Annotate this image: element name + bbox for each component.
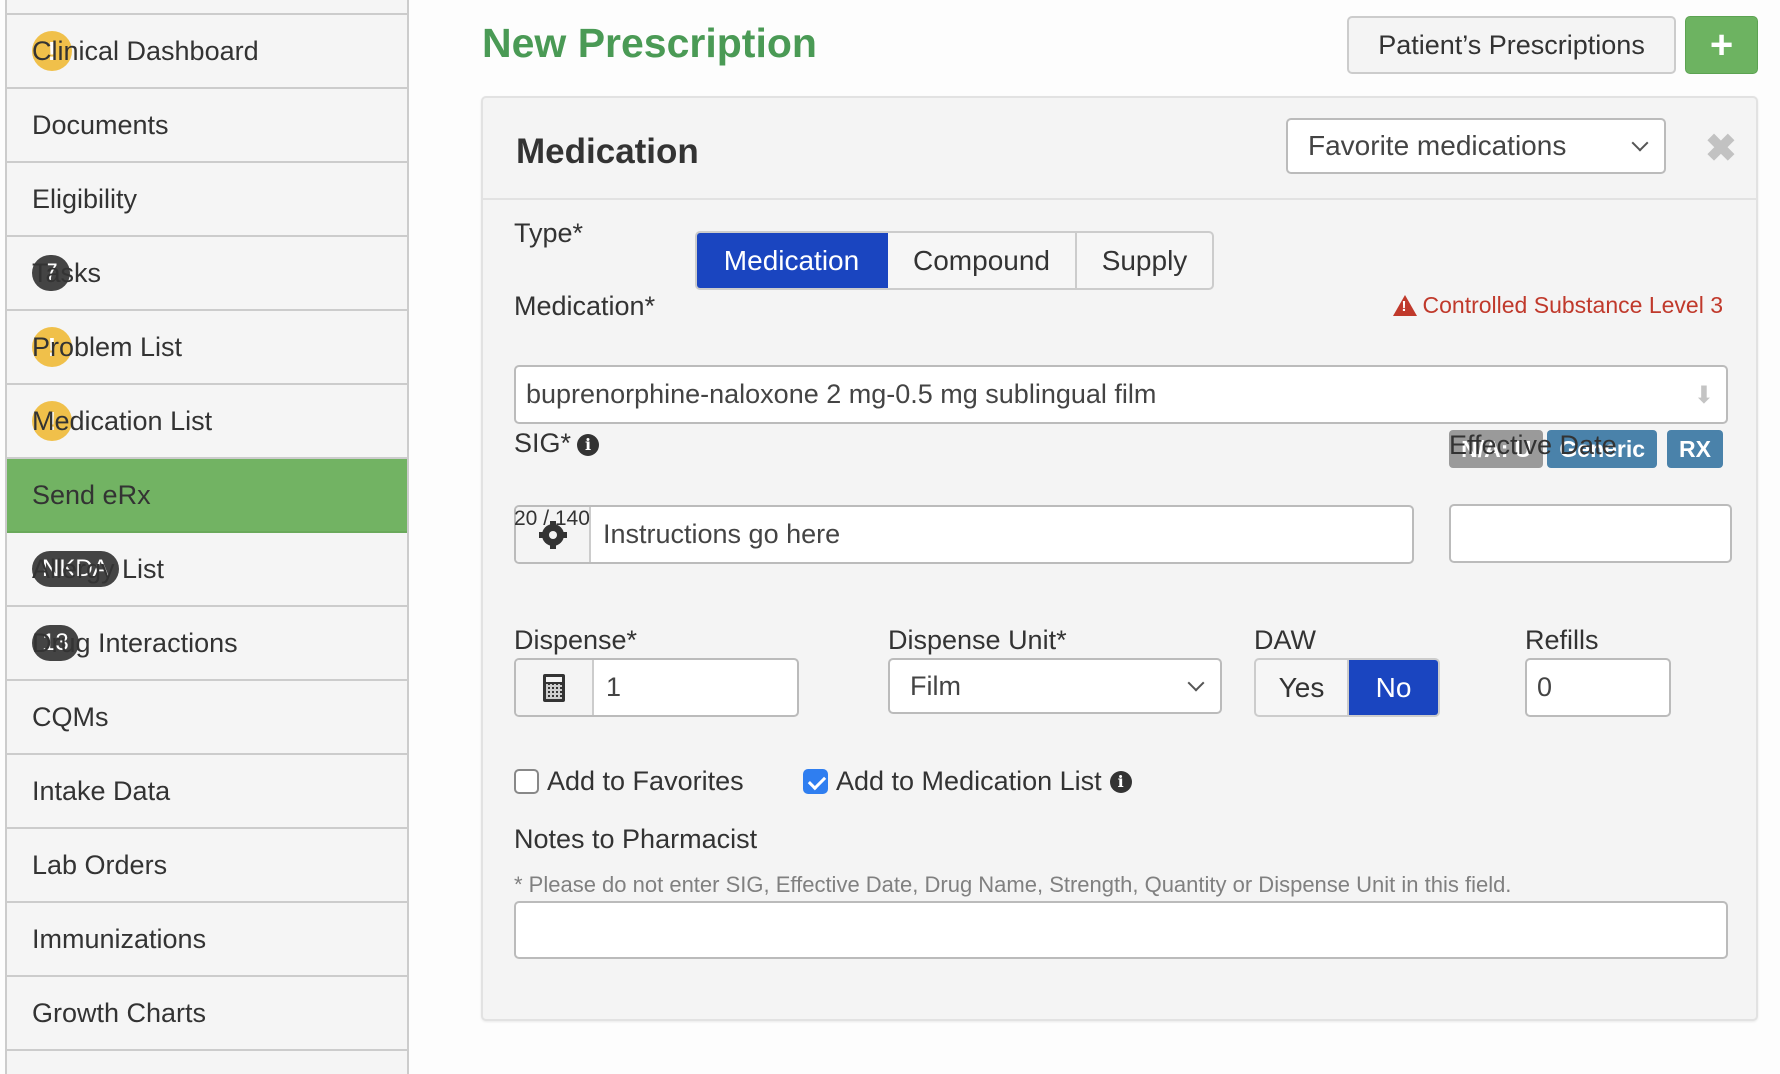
daw-option-no[interactable]: No [1349, 660, 1438, 715]
daw-toggle-group: Yes No [1254, 658, 1440, 717]
page: Clinical Dashboard ! Documents Eligibili… [0, 0, 1780, 1074]
warning-text: Controlled Substance Level 3 [1422, 292, 1723, 318]
favorite-medications-select[interactable]: Favorite medications [1286, 118, 1666, 174]
sidebar: Clinical Dashboard ! Documents Eligibili… [5, 0, 409, 1074]
favorite-medications-value: Favorite medications [1308, 130, 1567, 161]
sidebar-item-label: Growth Charts [32, 997, 207, 1028]
type-label: Type* [514, 218, 584, 248]
sidebar-item-label: Allergy List [32, 553, 165, 584]
sig-input[interactable]: Instructions go here [591, 507, 1412, 562]
panel-header: Medication Favorite medications ✖ [483, 98, 1756, 200]
info-icon[interactable]: i [577, 433, 600, 456]
dispense-unit-select[interactable]: Film [888, 658, 1222, 714]
checkbox-unchecked[interactable] [514, 769, 539, 794]
sidebar-item-tasks[interactable]: Tasks 7 [7, 237, 407, 311]
dispense-calculator-button[interactable] [516, 660, 594, 715]
sidebar-item-drug-interactions[interactable]: Drug Interactions 13 [7, 607, 407, 681]
calculator-icon [543, 673, 565, 702]
sidebar-item-intake-data[interactable]: Intake Data [7, 755, 407, 829]
close-icon[interactable]: ✖ [1705, 130, 1737, 168]
dispense-unit-value: Film [910, 670, 961, 701]
refills-input[interactable]: 0 [1525, 658, 1671, 717]
patients-prescriptions-button[interactable]: Patient’s Prescriptions [1347, 16, 1676, 74]
sidebar-item-problem-list[interactable]: Problem List ! [7, 311, 407, 385]
medication-input[interactable]: buprenorphine-naloxone 2 mg-0.5 mg subli… [514, 365, 1728, 424]
sig-character-counter: 20 / 140 [514, 507, 590, 530]
sidebar-item-lab-orders[interactable]: Lab Orders [7, 829, 407, 903]
type-option-compound[interactable]: Compound [888, 233, 1077, 288]
sidebar-item-send-erx[interactable]: Send eRx [7, 459, 407, 533]
medication-panel: Medication Favorite medications ✖ Type* … [481, 96, 1758, 1021]
sidebar-item-label: Immunizations [32, 923, 207, 954]
dispense-input[interactable]: 1 [594, 660, 797, 715]
sig-label-text: SIG* [514, 428, 572, 458]
sidebar-item-label: Drug Interactions [32, 627, 238, 658]
sidebar-item-label: Clinical Dashboard [32, 35, 259, 66]
sidebar-item-label: Tasks [32, 257, 102, 288]
effective-date-input[interactable] [1449, 504, 1732, 563]
dispense-label: Dispense* [514, 625, 638, 655]
refills-label: Refills [1525, 625, 1599, 655]
sidebar-item-label: Eligibility [32, 183, 138, 214]
notes-to-pharmacist-label: Notes to Pharmacist [514, 824, 758, 854]
info-icon[interactable]: i [1109, 770, 1132, 793]
add-to-favorites-label: Add to Favorites [547, 766, 744, 796]
dispense-input-group: 1 [514, 658, 799, 717]
sidebar-item-eligibility[interactable]: Eligibility [7, 163, 407, 237]
sidebar-item-medication-list[interactable]: Medication List ! [7, 385, 407, 459]
sidebar-item-label: Send eRx [32, 479, 151, 510]
dispense-unit-label: Dispense Unit* [888, 625, 1067, 655]
add-to-medication-list-label: Add to Medication List [836, 766, 1102, 796]
sidebar-item-label: Problem List [32, 331, 183, 362]
refills-value: 0 [1537, 672, 1553, 702]
notes-to-pharmacist-textarea[interactable] [514, 901, 1728, 959]
panel-title: Medication [516, 132, 699, 171]
sidebar-item-label: CQMs [32, 701, 109, 732]
controlled-substance-warning: Controlled Substance Level 3 [1392, 292, 1723, 319]
arrow-down-icon[interactable]: ⬇ [1694, 381, 1714, 410]
sidebar-item-label: Lab Orders [32, 849, 168, 880]
sidebar-item-label: Intake Data [32, 775, 171, 806]
medication-value: buprenorphine-naloxone 2 mg-0.5 mg subli… [526, 379, 1157, 409]
plus-icon: + [1709, 22, 1734, 67]
sig-label: SIG* i [514, 428, 600, 459]
warning-triangle-icon [1392, 295, 1417, 316]
sidebar-item-growth-charts[interactable]: Growth Charts [7, 977, 407, 1051]
add-to-medication-list-checkbox[interactable]: Add to Medication List i [803, 766, 1132, 797]
add-prescription-button[interactable]: + [1685, 16, 1758, 74]
sidebar-item-label: Documents [32, 109, 169, 140]
type-option-supply[interactable]: Supply [1077, 233, 1212, 288]
type-toggle-group: Medication Compound Supply [695, 231, 1214, 290]
sig-input-group: Instructions go here [514, 505, 1414, 564]
sidebar-item-cqms[interactable]: CQMs [7, 681, 407, 755]
sidebar-item-label: Medication List [32, 405, 213, 436]
medication-label: Medication* [514, 291, 656, 321]
chevron-down-icon [1631, 134, 1649, 152]
chevron-down-icon [1187, 674, 1205, 692]
sig-value: Instructions go here [603, 519, 841, 549]
daw-option-yes[interactable]: Yes [1256, 660, 1349, 715]
sidebar-item-immunizations[interactable]: Immunizations [7, 903, 407, 977]
sidebar-top-spacer [7, 0, 407, 15]
page-title: New Prescription [482, 20, 817, 66]
notes-help-text: * Please do not enter SIG, Effective Dat… [514, 872, 1512, 897]
sidebar-item-documents[interactable]: Documents [7, 89, 407, 163]
sidebar-item-clinical-dashboard[interactable]: Clinical Dashboard ! [7, 15, 407, 89]
effective-date-label: Effective Date [1449, 430, 1617, 460]
type-option-medication[interactable]: Medication [697, 233, 888, 288]
sidebar-item-allergy-list[interactable]: Allergy List NKDA [7, 533, 407, 607]
checkbox-checked[interactable] [803, 769, 828, 794]
add-to-favorites-checkbox[interactable]: Add to Favorites [514, 766, 744, 797]
tag-rx: RX [1667, 430, 1723, 468]
daw-label: DAW [1254, 625, 1316, 655]
dispense-value: 1 [606, 672, 622, 702]
